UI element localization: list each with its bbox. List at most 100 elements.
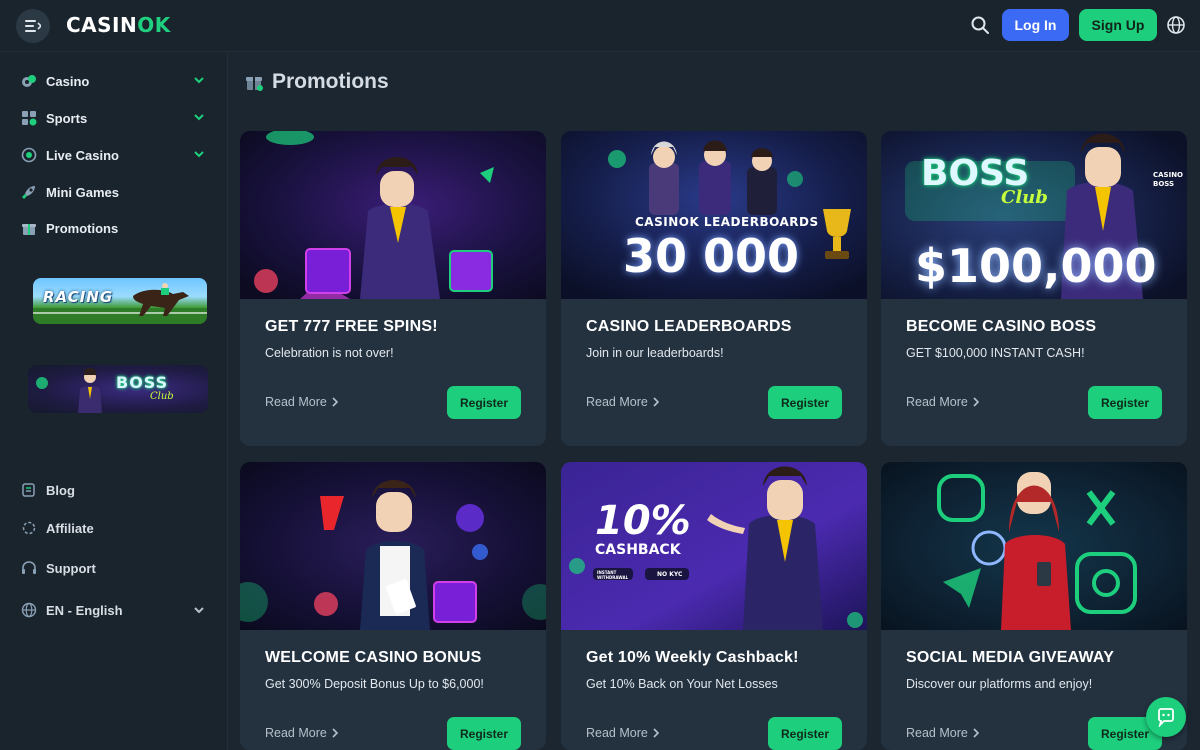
read-more-link[interactable]: Read More	[586, 395, 660, 409]
page-title: Promotions	[244, 70, 389, 94]
promo-card-social-giveaway[interactable]: SOCIAL MEDIA GIVEAWAY Discover our platf…	[881, 462, 1187, 750]
globe-icon	[20, 601, 38, 619]
sidebar-item-label: Support	[46, 560, 96, 576]
search-button[interactable]	[970, 15, 992, 37]
promo-card-leaderboards[interactable]: CASINOK LEADERBOARDS 30 000 CASINO LEADE…	[561, 131, 867, 446]
no-kyc-pill: NO KYC	[657, 571, 683, 578]
sidebar-item-label: Blog	[46, 482, 75, 498]
read-more-link[interactable]: Read More	[906, 726, 980, 740]
promo-image-weekly-cashback[interactable]: 10% CASHBACK INSTANT WITHDRAWAL NO KYC	[561, 462, 867, 630]
live-chat-button[interactable]	[1146, 697, 1186, 737]
promo-subtitle: Join in our leaderboards!	[586, 346, 724, 360]
menu-toggle-button[interactable]	[16, 9, 50, 43]
register-button[interactable]: Register	[447, 386, 521, 419]
top-header: CASINOK Log In Sign Up	[0, 0, 1200, 52]
promo-subtitle: GET $100,000 INSTANT CASH!	[906, 346, 1085, 360]
leaderboard-brand-text: CASINOK LEADERBOARDS	[635, 215, 819, 229]
sidebar: Casino Sports Live Casino Mini Games Pro…	[0, 52, 228, 750]
read-more-link[interactable]: Read More	[265, 395, 339, 409]
chevron-down-icon	[194, 77, 204, 84]
page-title-text: Promotions	[272, 70, 389, 93]
live-casino-icon	[20, 146, 38, 164]
sidebar-item-mini-games[interactable]: Mini Games	[20, 180, 210, 204]
blog-icon	[20, 481, 38, 499]
boss-club-banner[interactable]: BOSS Club	[28, 365, 208, 413]
boss-amount-text: $100,000	[915, 239, 1157, 293]
chat-icon	[1158, 708, 1174, 727]
sidebar-item-label: Mini Games	[46, 184, 119, 200]
sidebar-item-label: Promotions	[46, 220, 119, 236]
club-banner-text: Club	[150, 391, 174, 402]
promo-image-leaderboards[interactable]: CASINOK LEADERBOARDS 30 000	[561, 131, 867, 299]
logo-text-white: CASIN	[66, 13, 138, 37]
promo-card-free-spins[interactable]: GET 777 FREE SPINS! Celebration is not o…	[240, 131, 546, 446]
search-icon	[971, 16, 989, 34]
read-more-link[interactable]: Read More	[906, 395, 980, 409]
headset-icon	[20, 559, 38, 577]
promo-card-casino-boss[interactable]: BOSS Club CASINO BOSS $100,000 BECOME CA…	[881, 131, 1187, 446]
sidebar-item-live-casino[interactable]: Live Casino	[20, 143, 210, 167]
sidebar-item-support[interactable]: Support	[20, 557, 210, 579]
rocket-icon	[20, 183, 38, 201]
read-more-label: Read More	[906, 395, 968, 409]
chevron-right-icon	[973, 397, 979, 407]
read-more-label: Read More	[586, 395, 648, 409]
chevron-down-icon	[194, 151, 204, 158]
sidebar-item-affiliate[interactable]: Affiliate	[20, 517, 210, 539]
casino-chip-icon	[20, 72, 38, 90]
boss-banner-text: BOSS	[116, 373, 169, 392]
chevron-right-icon	[973, 728, 979, 738]
register-button[interactable]: Register	[1088, 386, 1162, 419]
signup-button[interactable]: Sign Up	[1079, 9, 1157, 41]
promo-subtitle: Celebration is not over!	[265, 346, 394, 360]
read-more-label: Read More	[906, 726, 968, 740]
globe-icon	[1167, 16, 1185, 34]
language-selector[interactable]: EN - English	[20, 599, 210, 621]
casino-boss-tag: CASINO BOSS	[1153, 171, 1184, 188]
promo-image-free-spins[interactable]	[240, 131, 546, 299]
chevron-right-icon	[332, 728, 338, 738]
sidebar-item-label: Affiliate	[46, 520, 94, 536]
read-more-link[interactable]: Read More	[265, 726, 339, 740]
register-button[interactable]: Register	[768, 717, 842, 750]
promo-card-weekly-cashback[interactable]: 10% CASHBACK INSTANT WITHDRAWAL NO KYC G…	[561, 462, 867, 750]
promo-title: BECOME CASINO BOSS	[906, 318, 1097, 335]
promo-image-casino-boss[interactable]: BOSS Club CASINO BOSS $100,000	[881, 131, 1187, 299]
sidebar-item-label: Live Casino	[46, 147, 119, 163]
read-more-link[interactable]: Read More	[586, 726, 660, 740]
promo-image-social-giveaway[interactable]	[881, 462, 1187, 630]
menu-icon	[25, 20, 41, 32]
sidebar-item-label: Sports	[46, 110, 88, 126]
promo-card-welcome-bonus[interactable]: WELCOME CASINO BONUS Get 300% Deposit Bo…	[240, 462, 546, 750]
gift-icon	[246, 77, 263, 91]
read-more-label: Read More	[265, 395, 327, 409]
casinok-logo[interactable]: CASINOK	[66, 13, 171, 37]
promo-image-welcome-bonus[interactable]	[240, 462, 546, 630]
promo-subtitle: Get 300% Deposit Bonus Up to $6,000!	[265, 677, 484, 691]
chevron-right-icon	[653, 728, 659, 738]
read-more-label: Read More	[265, 726, 327, 740]
register-button[interactable]: Register	[768, 386, 842, 419]
chevron-down-icon	[194, 114, 204, 121]
sidebar-item-promotions[interactable]: Promotions	[20, 216, 210, 240]
club-logo-text: Club	[1001, 187, 1048, 208]
language-label: EN - English	[46, 602, 123, 618]
promo-subtitle: Discover our platforms and enjoy!	[906, 677, 1093, 691]
gift-icon	[20, 219, 38, 237]
sidebar-item-blog[interactable]: Blog	[20, 479, 210, 501]
sidebar-item-casino[interactable]: Casino	[20, 69, 210, 93]
sports-icon	[20, 109, 38, 127]
language-button[interactable]	[1166, 15, 1186, 35]
promo-title: WELCOME CASINO BONUS	[265, 649, 482, 666]
affiliate-icon	[20, 519, 38, 537]
promo-title: SOCIAL MEDIA GIVEAWAY	[906, 649, 1115, 666]
cashback-label-text: CASHBACK	[595, 542, 681, 558]
logo-text-green: OK	[137, 13, 171, 37]
instant-withdrawal-pill: INSTANT WITHDRAWAL	[597, 570, 629, 580]
promo-title: CASINO LEADERBOARDS	[586, 318, 792, 335]
racing-banner[interactable]: RACING	[33, 278, 207, 324]
cashback-percent-text: 10%	[595, 498, 691, 544]
login-button[interactable]: Log In	[1002, 9, 1069, 41]
sidebar-item-sports[interactable]: Sports	[20, 106, 210, 130]
register-button[interactable]: Register	[447, 717, 521, 750]
